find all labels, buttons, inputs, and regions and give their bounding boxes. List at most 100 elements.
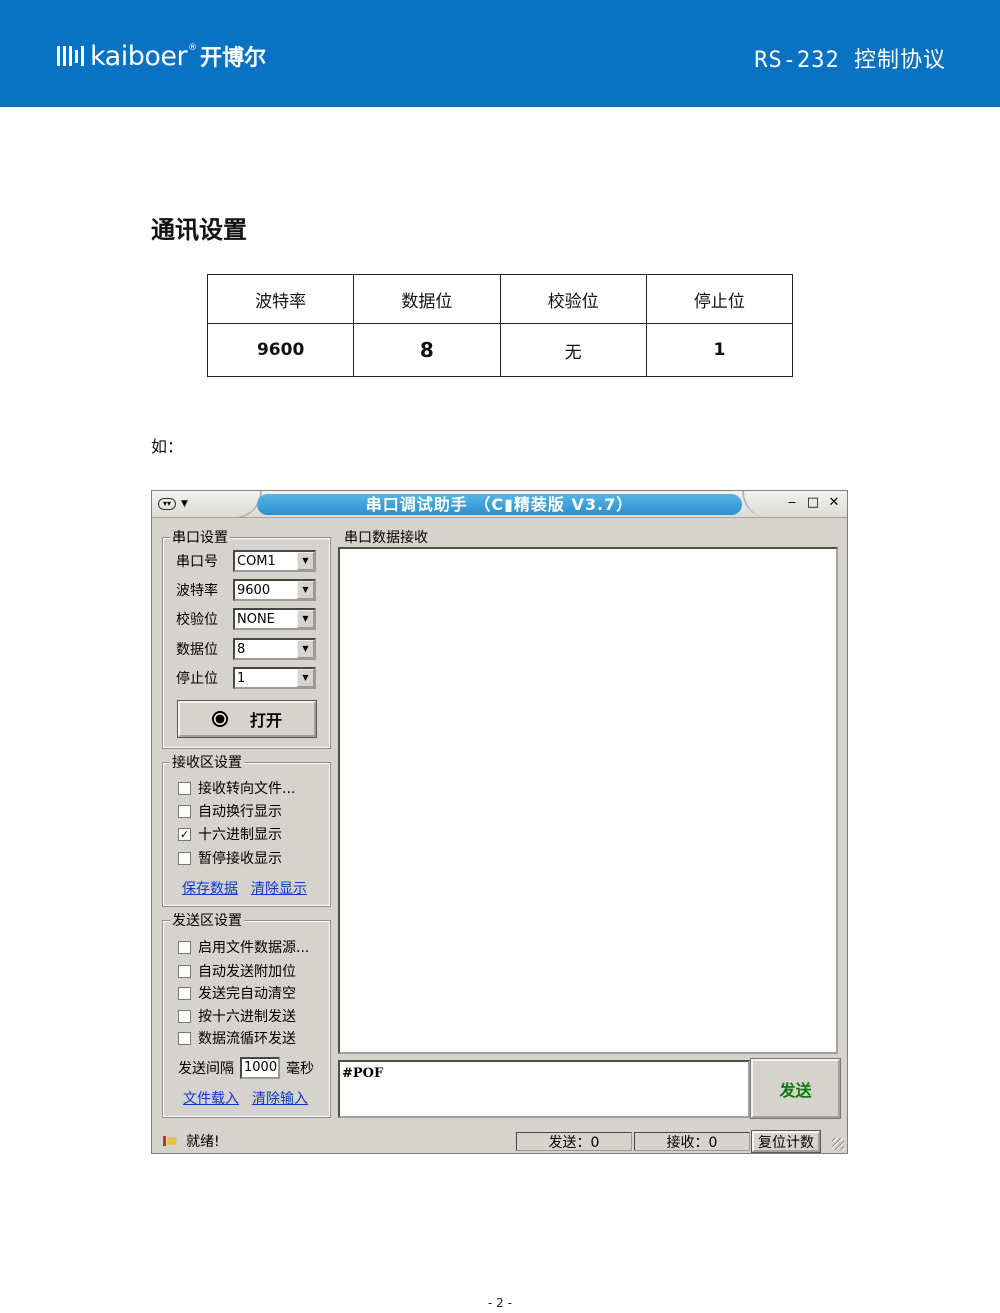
send-settings-group: 发送区设置 启用文件数据源... 自动发送附加位 发送完自动清空 按十六进制发送… — [162, 913, 331, 1118]
auto-clear-option[interactable]: 发送完自动清空 — [178, 984, 296, 1002]
data-bits-label: 数据位 — [176, 642, 218, 658]
parity-row: 校验位 NONE ▼ — [176, 608, 316, 630]
resize-grip-icon[interactable] — [832, 1138, 844, 1150]
close-icon[interactable]: ✕ — [827, 495, 841, 511]
pause-display-checkbox[interactable] — [178, 851, 191, 865]
recv-to-file-option[interactable]: 接收转向文件... — [178, 779, 295, 797]
port-select[interactable]: COM1 ▼ — [233, 550, 316, 572]
port-status-icon — [211, 711, 228, 727]
auto-wrap-option[interactable]: 自动换行显示 — [178, 802, 282, 820]
window-titlebar[interactable]: ▾▾ ▼ 串口调试助手 （C▮精装版 V3.7） ‒ □ ✕ — [152, 491, 847, 518]
header-band: kaiboer ® 开博尔 RS-232 控制协议 — [0, 0, 1000, 107]
send-text-input[interactable]: #POF — [338, 1060, 750, 1118]
stop-bits-select[interactable]: 1 ▼ — [233, 667, 316, 689]
port-value: COM1 — [237, 553, 276, 569]
reset-count-button[interactable]: 复位计数 — [751, 1130, 821, 1153]
chevron-down-icon: ▼ — [181, 499, 188, 509]
sent-counter: 发送：0 — [516, 1132, 632, 1151]
auto-clear-checkbox[interactable] — [178, 986, 191, 1000]
dropdown-arrow-icon[interactable]: ▼ — [297, 552, 314, 570]
table-header-row: 波特率 数据位 校验位 停止位 — [206, 274, 794, 324]
hex-send-label: 按十六进制发送 — [198, 1009, 296, 1025]
auto-append-checkbox[interactable] — [178, 964, 191, 978]
baud-label: 波特率 — [176, 583, 218, 599]
load-file-link[interactable]: 文件载入 — [183, 1088, 239, 1108]
settings-table: 波特率 数据位 校验位 停止位 9600 8 无 1 — [206, 274, 794, 377]
value-stop-bits: 1 — [645, 323, 794, 377]
stop-bits-label: 停止位 — [176, 671, 218, 687]
send-interval-row: 发送间隔 1000 毫秒 — [178, 1057, 314, 1079]
pause-display-label: 暂停接收显示 — [198, 851, 282, 867]
loop-send-option[interactable]: 数据流循环发送 — [178, 1029, 296, 1047]
data-bits-value: 8 — [237, 641, 246, 657]
serial-settings-title: 串口设置 — [170, 530, 230, 546]
data-bits-row: 数据位 8 ▼ — [176, 638, 316, 660]
status-ready: 就绪! — [162, 1131, 220, 1151]
minimize-icon[interactable]: ‒ — [785, 495, 799, 511]
dropdown-arrow-icon[interactable]: ▼ — [297, 610, 314, 628]
receive-settings-group: 接收区设置 接收转向文件... 自动换行显示 ✓ 十六进制显示 暂停接收显示 保… — [162, 755, 331, 907]
recv-to-file-label: 接收转向文件... — [198, 781, 296, 797]
window-title: 串口调试助手 （C▮精装版 V3.7） — [257, 494, 742, 515]
send-interval-label: 发送间隔 — [178, 1061, 234, 1077]
loop-send-checkbox[interactable] — [178, 1031, 191, 1045]
logo-brand-cn: 开博尔 — [200, 46, 267, 71]
data-bits-select[interactable]: 8 ▼ — [233, 638, 316, 660]
hex-display-label: 十六进制显示 — [198, 827, 282, 843]
logo-bars-icon — [57, 46, 84, 66]
parity-select[interactable]: NONE ▼ — [233, 608, 316, 630]
section-title: 通讯设置 — [151, 216, 247, 244]
app-icon: ▾▾ — [158, 498, 176, 510]
logo-brand: kaiboer — [90, 40, 188, 72]
recv-to-file-checkbox[interactable] — [178, 781, 191, 795]
ready-icon — [162, 1135, 178, 1147]
receive-text-area[interactable] — [338, 547, 838, 1054]
serial-assistant-window: ▾▾ ▼ 串口调试助手 （C▮精装版 V3.7） ‒ □ ✕ 串口设置 串口号 … — [151, 490, 848, 1154]
hex-display-checkbox[interactable]: ✓ — [178, 827, 191, 841]
serial-settings-group: 串口设置 串口号 COM1 ▼ 波特率 9600 ▼ 校验位 NONE ▼ 数据… — [162, 530, 331, 749]
baud-value: 9600 — [237, 582, 271, 598]
send-interval-input[interactable]: 1000 — [240, 1057, 280, 1079]
page-number: - 2 - — [488, 1296, 512, 1310]
dropdown-arrow-icon[interactable]: ▼ — [297, 669, 314, 687]
auto-append-label: 自动发送附加位 — [198, 964, 296, 980]
table-value-row: 9600 8 无 1 — [206, 323, 794, 377]
send-interval-unit: 毫秒 — [286, 1061, 314, 1077]
hex-send-option[interactable]: 按十六进制发送 — [178, 1007, 296, 1025]
baud-row: 波特率 9600 ▼ — [176, 579, 316, 601]
system-menu[interactable]: ▾▾ ▼ — [158, 495, 198, 513]
file-source-label: 启用文件数据源... — [198, 940, 310, 956]
clear-input-link[interactable]: 清除输入 — [252, 1088, 308, 1108]
save-data-link[interactable]: 保存数据 — [182, 878, 238, 898]
open-port-button[interactable]: 打开 — [177, 700, 317, 738]
file-source-option[interactable]: 启用文件数据源... — [178, 938, 309, 956]
maximize-icon[interactable]: □ — [806, 495, 820, 511]
logo-registered: ® — [188, 43, 198, 53]
auto-clear-label: 发送完自动清空 — [198, 986, 296, 1002]
file-source-checkbox[interactable] — [178, 940, 191, 954]
stop-bits-row: 停止位 1 ▼ — [176, 667, 316, 689]
status-bar: 就绪! 发送：0 接收：0 复位计数 — [152, 1124, 847, 1153]
clear-display-link[interactable]: 清除显示 — [251, 878, 307, 898]
auto-append-option[interactable]: 自动发送附加位 — [178, 962, 296, 980]
titlebar-curve-right — [742, 491, 774, 518]
header-stop-bits: 停止位 — [645, 274, 794, 324]
open-port-label: 打开 — [249, 711, 282, 730]
parity-label: 校验位 — [176, 612, 218, 628]
hex-display-option[interactable]: ✓ 十六进制显示 — [178, 825, 282, 843]
header-baud: 波特率 — [206, 274, 355, 324]
loop-send-label: 数据流循环发送 — [198, 1031, 296, 1047]
document-title: RS-232 控制协议 — [754, 48, 946, 73]
baud-select[interactable]: 9600 ▼ — [233, 579, 316, 601]
value-data-bits: 8 — [353, 323, 501, 377]
hex-send-checkbox[interactable] — [178, 1009, 191, 1023]
dropdown-arrow-icon[interactable]: ▼ — [297, 581, 314, 599]
parity-value: NONE — [237, 611, 275, 627]
dropdown-arrow-icon[interactable]: ▼ — [297, 640, 314, 658]
send-settings-title: 发送区设置 — [170, 913, 244, 929]
send-button[interactable]: 发送 — [750, 1058, 841, 1119]
pause-display-option[interactable]: 暂停接收显示 — [178, 849, 282, 867]
port-label: 串口号 — [176, 554, 218, 570]
received-counter: 接收：0 — [634, 1132, 750, 1151]
auto-wrap-checkbox[interactable] — [178, 804, 191, 818]
